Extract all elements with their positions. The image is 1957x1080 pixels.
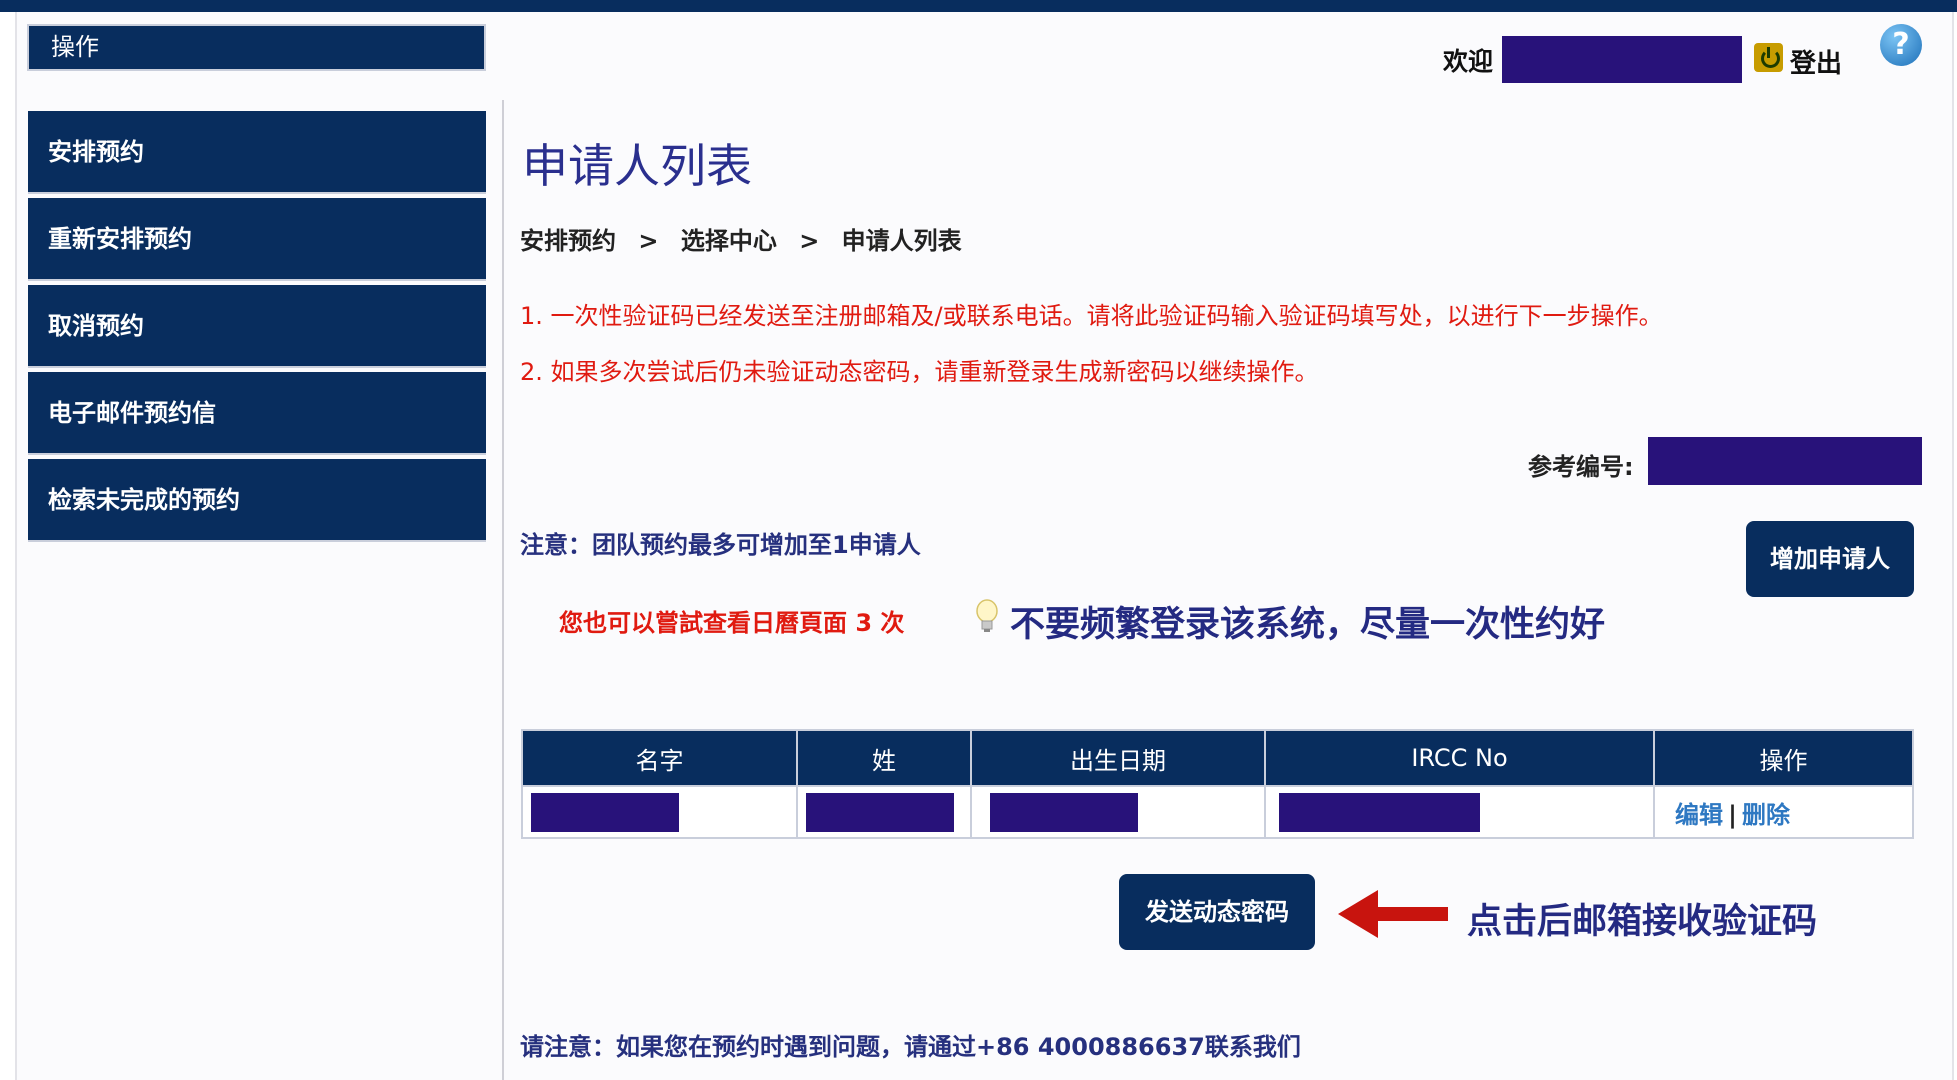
calendar-tries-note: 您也可以嘗試查看日曆頁面 3 次 — [559, 609, 905, 637]
edit-link[interactable]: 编辑 — [1675, 801, 1723, 829]
cell-last-name — [796, 785, 972, 839]
welcome-label: 欢迎 — [1443, 47, 1494, 76]
username-redacted — [1502, 36, 1742, 83]
sidebar-item-schedule[interactable]: 安排预约 — [28, 111, 486, 194]
sidebar-item-retrieve-incomplete[interactable]: 检索未完成的预约 — [28, 459, 486, 542]
column-header-actions: 操作 — [1653, 729, 1914, 787]
cell-ircc-no — [1264, 785, 1655, 839]
breadcrumb: 安排预约 > 选择中心 > 申请人列表 — [520, 221, 976, 256]
column-header-first-name: 名字 — [521, 729, 798, 787]
sidebar-item-email-letter[interactable]: 电子邮件预约信 — [28, 372, 486, 455]
send-otp-button[interactable]: 发送动态密码 — [1119, 874, 1315, 950]
group-limit-note: 注意：团队预约最多可增加至1申请人 — [520, 531, 921, 559]
left-arrow-icon — [1338, 890, 1448, 938]
column-header-birth-date: 出生日期 — [970, 729, 1266, 787]
notice-otp-sent: 1. 一次性验证码已经发送至注册邮箱及/或联系电话。请将此验证码输入验证码填写处… — [520, 302, 1663, 330]
top-bar — [0, 0, 1957, 12]
column-header-last-name: 姓 — [796, 729, 972, 787]
table-header-row: 名字 姓 出生日期 IRCC No 操作 — [521, 729, 1914, 787]
breadcrumb-schedule: 安排预约 — [520, 227, 616, 255]
last-name-redacted — [806, 792, 954, 832]
add-applicant-button[interactable]: 增加申请人 — [1746, 521, 1914, 597]
lightbulb-icon — [976, 599, 998, 632]
sidebar-item-cancel[interactable]: 取消预约 — [28, 285, 486, 368]
breadcrumb-separator: > — [799, 227, 820, 255]
help-icon[interactable]: ? — [1880, 24, 1922, 66]
power-icon[interactable] — [1754, 43, 1783, 72]
content-divider — [502, 100, 504, 1080]
applicant-table: 名字 姓 出生日期 IRCC No 操作 编辑 | 删除 — [521, 729, 1914, 839]
contact-note: 请注意：如果您在预约时遇到问题，请通过+86 4000886637联系我们 — [520, 1033, 1301, 1061]
first-name-redacted — [531, 792, 679, 832]
logout-link[interactable]: 登出 — [1790, 43, 1842, 80]
birth-date-redacted — [990, 792, 1138, 832]
breadcrumb-select-center: 选择中心 — [680, 227, 777, 255]
sidebar-item-reschedule[interactable]: 重新安排预约 — [28, 198, 486, 281]
tip-annotation: 不要频繁登录该系统，尽量一次性约好 — [1010, 605, 1606, 645]
column-header-ircc-no: IRCC No — [1264, 729, 1655, 787]
cell-first-name — [521, 785, 798, 839]
reference-label: 参考编号: — [1528, 453, 1634, 481]
reference-number-redacted — [1648, 437, 1922, 485]
send-otp-annotation: 点击后邮箱接收验证码 — [1467, 902, 1818, 942]
cell-actions: 编辑 | 删除 — [1653, 785, 1914, 839]
page-title: 申请人列表 — [522, 139, 752, 193]
action-separator: | — [1728, 800, 1737, 829]
table-row: 编辑 | 删除 — [521, 785, 1914, 839]
sidebar-header: 操作 — [27, 24, 486, 71]
breadcrumb-applicant-list: 申请人列表 — [841, 227, 962, 255]
ircc-no-redacted — [1279, 792, 1480, 832]
notice-otp-retry: 2. 如果多次尝试后仍未验证动态密码，请重新登录生成新密码以继续操作。 — [520, 358, 1319, 386]
breadcrumb-separator: > — [638, 227, 659, 255]
delete-link[interactable]: 删除 — [1742, 801, 1790, 829]
cell-birth-date — [970, 785, 1266, 839]
